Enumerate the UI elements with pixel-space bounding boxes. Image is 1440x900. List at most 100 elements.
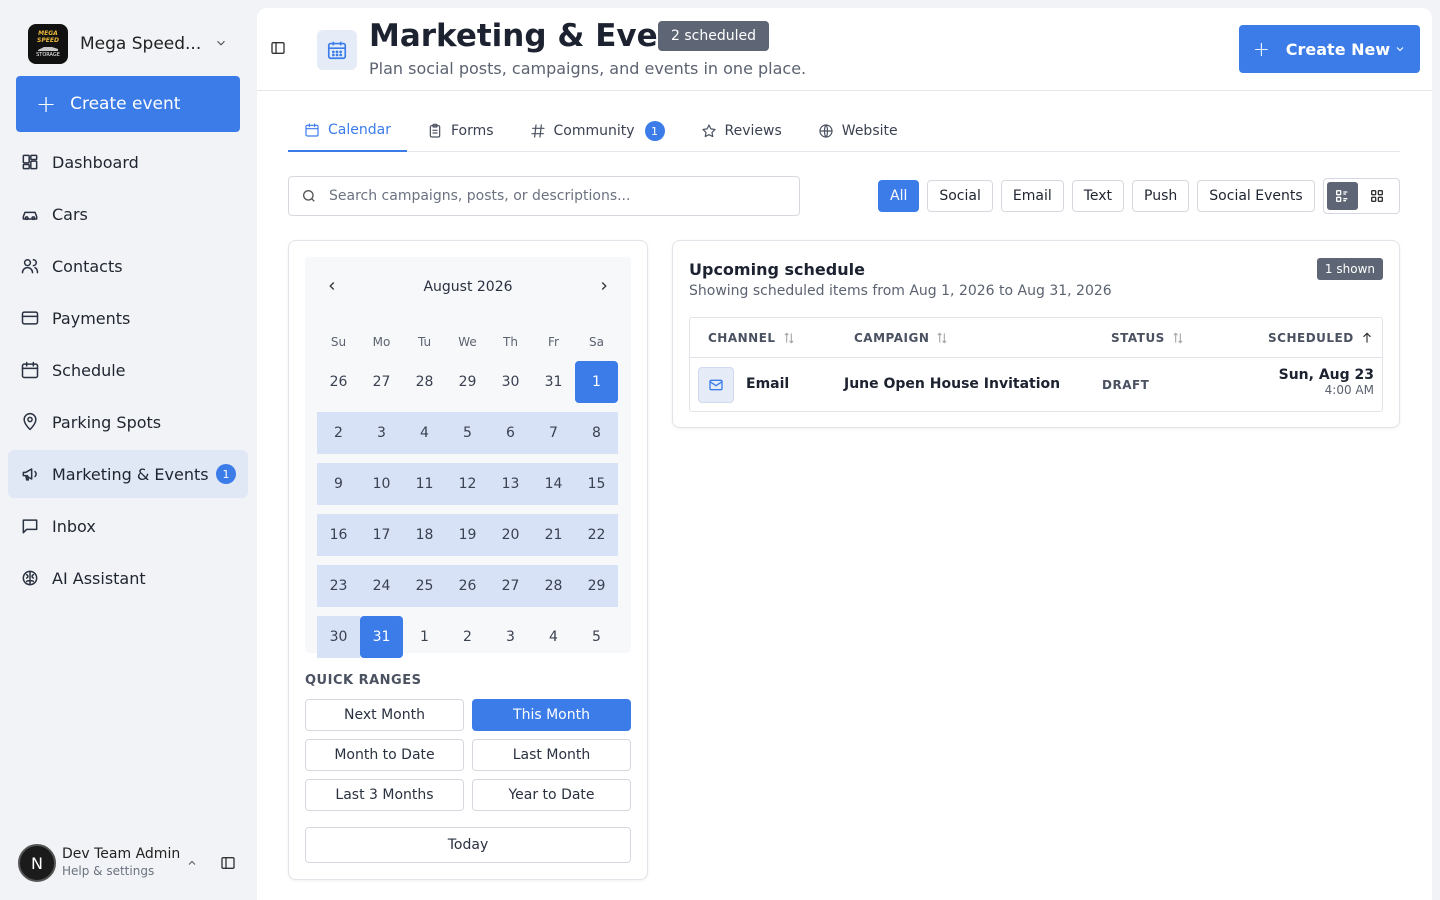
calendar-day[interactable]: 27 [489,565,532,607]
tab-community[interactable]: Community 1 [514,110,681,152]
sort-icon [784,332,794,344]
sidebar-item-dashboard[interactable]: Dashboard [8,138,248,186]
calendar-day[interactable]: 30 [489,361,532,403]
sidebar-item-label: Inbox [52,516,96,536]
quick-range-last-month[interactable]: Last Month [472,739,631,771]
calendar-day[interactable]: 26 [317,361,360,403]
sidebar-toggle-icon[interactable] [220,855,236,871]
calendar-day[interactable]: 2 [317,412,360,454]
calendar-day[interactable]: 17 [360,514,403,556]
row-scheduled: Sun, Aug 23 4:00 AM [1279,367,1374,397]
chevron-down-icon[interactable] [1394,43,1406,55]
calendar-day[interactable]: 1 [403,616,446,658]
calendar-day[interactable]: 4 [532,616,575,658]
calendar-day[interactable]: 15 [575,463,618,505]
list-view-button[interactable] [1327,182,1358,210]
calendar-day[interactable]: 31 [532,361,575,403]
calendar-day[interactable]: 3 [489,616,532,658]
table-row[interactable]: Email June Open House Invitation DRAFT S… [690,358,1382,411]
filter-all[interactable]: All [878,180,920,212]
calendar-day[interactable]: 29 [446,361,489,403]
sidebar-item-marketing-events[interactable]: Marketing & Events 1 [8,450,248,498]
calendar-day[interactable]: 30 [317,616,360,658]
calendar-day[interactable]: 22 [575,514,618,556]
calendar-day[interactable]: 10 [360,463,403,505]
calendar-day[interactable]: 29 [575,565,618,607]
calendar-icon [21,361,39,379]
sidebar-item-payments[interactable]: Payments [8,294,248,342]
sidebar-item-inbox[interactable]: Inbox [8,502,248,550]
calendar-day[interactable]: 2 [446,616,489,658]
filter-push[interactable]: Push [1132,180,1190,212]
chevron-down-icon[interactable] [214,36,228,50]
sidebar-item-ai-assistant[interactable]: AI Assistant [8,554,248,602]
calendar-day[interactable]: 13 [489,463,532,505]
sidebar-item-contacts[interactable]: Contacts [8,242,248,290]
column-status[interactable]: STATUS [1111,331,1185,345]
calendar-day[interactable]: 23 [317,565,360,607]
calendar-day[interactable]: 28 [532,565,575,607]
calendar-day[interactable]: 5 [575,616,618,658]
calendar-day[interactable]: 7 [532,412,575,454]
calendar-day[interactable]: 11 [403,463,446,505]
column-channel[interactable]: CHANNEL [708,331,796,345]
sort-icon [937,332,947,344]
panel-toggle-icon[interactable] [270,40,286,56]
calendar-day[interactable]: 8 [575,412,618,454]
brand-switcher[interactable]: MEGA SPEED STORAGE Mega Speed... [28,24,206,64]
tab-website[interactable]: Website [802,110,914,152]
column-campaign[interactable]: CAMPAIGN [854,331,949,345]
quick-range-month-to-date[interactable]: Month to Date [305,739,464,771]
filter-social-events[interactable]: Social Events [1197,180,1315,212]
tab-calendar[interactable]: Calendar [288,110,407,152]
calendar-day[interactable]: 21 [532,514,575,556]
create-event-button[interactable]: + Create event [16,76,240,132]
calendar-day[interactable]: 16 [317,514,360,556]
calendar-day[interactable]: 9 [317,463,360,505]
calendar-day[interactable]: 1 [575,361,618,403]
filter-social[interactable]: Social [927,180,993,212]
today-button[interactable]: Today [305,827,631,863]
sidebar-item-schedule[interactable]: Schedule [8,346,248,394]
tab-label: Website [841,123,898,139]
create-new-button[interactable]: + Create New [1239,25,1420,73]
sidebar-item-cars[interactable]: Cars [8,190,248,238]
calendar-day[interactable]: 27 [360,361,403,403]
calendar-day[interactable]: 20 [489,514,532,556]
calendar-day[interactable]: 6 [489,412,532,454]
chevron-right-icon[interactable] [597,279,611,293]
sidebar-nav: Dashboard Cars Contacts Payments Schedule Par… [8,138,248,606]
calendar-day[interactable]: 14 [532,463,575,505]
schedule-title: Upcoming schedule [689,260,865,279]
quick-range-next-month[interactable]: Next Month [305,699,464,731]
calendar-day[interactable]: 12 [446,463,489,505]
calendar-day[interactable]: 19 [446,514,489,556]
calendar-day[interactable]: 3 [360,412,403,454]
calendar-day[interactable]: 28 [403,361,446,403]
user-menu[interactable]: N Dev Team Admin Help & settings [18,843,248,883]
quick-range-this-month[interactable]: This Month [472,699,631,731]
tab-forms[interactable]: Forms [411,110,510,152]
sidebar-item-parking-spots[interactable]: Parking Spots [8,398,248,446]
calendar-day[interactable]: 18 [403,514,446,556]
calendar-day[interactable]: 26 [446,565,489,607]
calendar-day[interactable]: 4 [403,412,446,454]
row-campaign[interactable]: June Open House Invitation [844,376,1060,392]
filter-text[interactable]: Text [1071,180,1125,212]
chevron-up-icon[interactable] [186,857,198,869]
card-icon [21,311,39,325]
calendar-day[interactable]: 31 [360,616,403,658]
quick-range-last-3-months[interactable]: Last 3 Months [305,779,464,811]
tab-reviews[interactable]: Reviews [685,110,798,152]
search-box[interactable] [288,176,800,216]
grid-view-button[interactable] [1362,182,1393,210]
quick-range-year-to-date[interactable]: Year to Date [472,779,631,811]
calendar-day[interactable]: 24 [360,565,403,607]
search-input[interactable] [329,188,769,204]
shown-count-badge: 1 shown [1316,258,1383,280]
filter-email[interactable]: Email [1000,180,1064,212]
column-scheduled[interactable]: SCHEDULED [1268,331,1374,345]
list-view-icon [1336,190,1348,202]
calendar-day[interactable]: 5 [446,412,489,454]
calendar-day[interactable]: 25 [403,565,446,607]
